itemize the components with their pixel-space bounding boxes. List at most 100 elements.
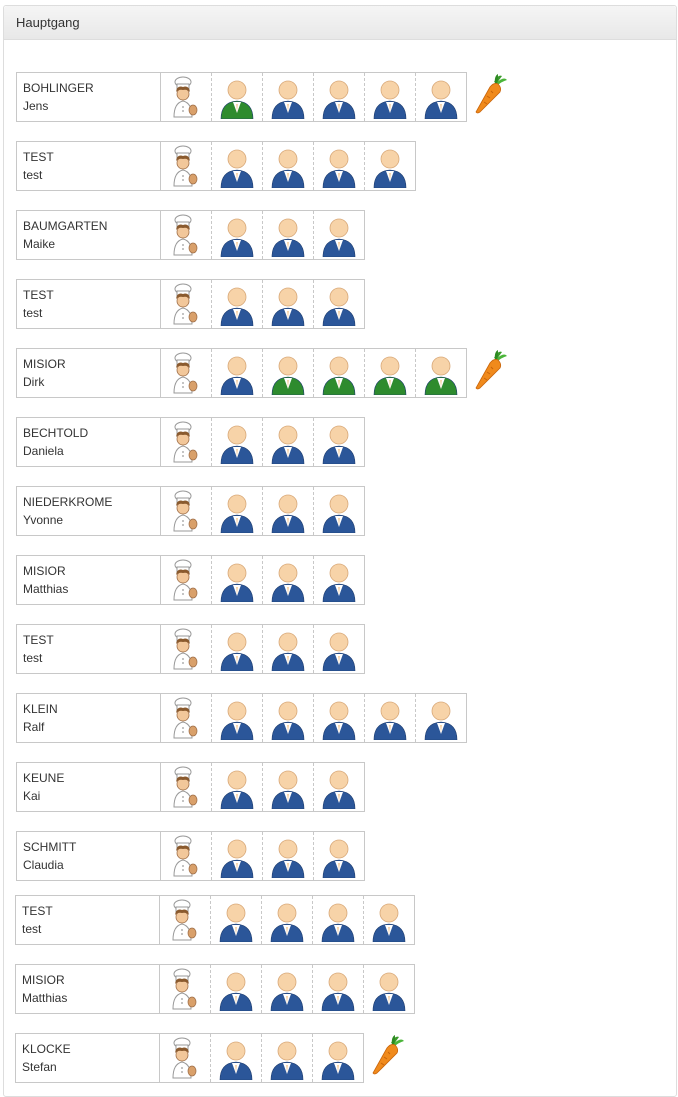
guest-name-box[interactable]: MISIOR Dirk (16, 348, 162, 398)
person-blue-icon[interactable] (415, 694, 466, 742)
chef-icon[interactable] (160, 349, 211, 397)
guest-name-box[interactable]: TEST test (16, 141, 162, 191)
chef-icon[interactable] (160, 418, 211, 466)
person-blue-icon[interactable] (261, 896, 312, 944)
person-blue-icon[interactable] (415, 73, 466, 121)
chef-icon[interactable] (160, 556, 211, 604)
person-blue-icon[interactable] (262, 418, 313, 466)
person-blue-icon[interactable] (211, 556, 262, 604)
guest-name-box[interactable]: KEUNE Kai (16, 762, 162, 812)
guest-name-box[interactable]: TEST test (16, 279, 162, 329)
guest-first-name: test (23, 651, 43, 665)
person-blue-icon[interactable] (313, 625, 364, 673)
guest-first-name: Jens (23, 99, 49, 113)
person-blue-icon[interactable] (261, 965, 312, 1013)
chef-icon[interactable] (160, 73, 211, 121)
person-blue-icon[interactable] (262, 832, 313, 880)
guest-name-box[interactable]: TEST test (15, 895, 161, 945)
chef-icon[interactable] (160, 694, 211, 742)
person-green-icon[interactable] (415, 349, 466, 397)
person-blue-icon[interactable] (261, 1034, 312, 1082)
person-blue-icon[interactable] (211, 211, 262, 259)
guest-name-box[interactable]: BECHTOLD Daniela (16, 417, 162, 467)
guest-name-box[interactable]: SCHMITT Claudia (16, 831, 162, 881)
guest-last-name: MISIOR (22, 973, 65, 987)
person-blue-icon[interactable] (313, 487, 364, 535)
person-blue-icon[interactable] (313, 418, 364, 466)
guest-last-name: MISIOR (23, 564, 66, 578)
person-blue-icon[interactable] (211, 625, 262, 673)
guest-last-name: NIEDERKROME (23, 495, 113, 509)
person-blue-icon[interactable] (363, 965, 414, 1013)
person-blue-icon[interactable] (313, 763, 364, 811)
guest-first-name: Matthias (23, 582, 69, 596)
person-green-icon[interactable] (364, 349, 415, 397)
chef-icon[interactable] (159, 896, 210, 944)
chef-icon[interactable] (160, 280, 211, 328)
person-blue-icon[interactable] (313, 556, 364, 604)
person-blue-icon[interactable] (262, 73, 313, 121)
person-blue-icon[interactable] (211, 832, 262, 880)
person-blue-icon[interactable] (313, 832, 364, 880)
person-blue-icon[interactable] (211, 763, 262, 811)
person-blue-icon[interactable] (313, 142, 364, 190)
guest-name-box[interactable]: BOHLINGER Jens (16, 72, 162, 122)
person-blue-icon[interactable] (211, 418, 262, 466)
person-blue-icon[interactable] (210, 1034, 261, 1082)
person-blue-icon[interactable] (363, 896, 414, 944)
guest-name-box[interactable]: MISIOR Matthias (15, 964, 161, 1014)
guest-name-box[interactable]: KLOCKE Stefan (15, 1033, 161, 1083)
chef-icon[interactable] (159, 965, 210, 1013)
person-blue-icon[interactable] (313, 280, 364, 328)
person-blue-icon[interactable] (210, 896, 261, 944)
chef-icon[interactable] (160, 142, 211, 190)
person-blue-icon[interactable] (364, 694, 415, 742)
guest-name-box[interactable]: KLEIN Ralf (16, 693, 162, 743)
chef-icon[interactable] (160, 763, 211, 811)
person-blue-icon[interactable] (313, 211, 364, 259)
person-blue-icon[interactable] (262, 280, 313, 328)
chef-icon[interactable] (159, 1034, 210, 1082)
person-blue-icon[interactable] (312, 896, 363, 944)
person-blue-icon[interactable] (262, 211, 313, 259)
guest-first-name: Kai (23, 789, 41, 803)
guest-name-box[interactable]: BAUMGARTEN Maike (16, 210, 162, 260)
person-blue-icon[interactable] (262, 763, 313, 811)
chef-icon[interactable] (160, 625, 211, 673)
person-blue-icon[interactable] (313, 73, 364, 121)
person-blue-icon[interactable] (262, 487, 313, 535)
person-blue-icon[interactable] (211, 349, 262, 397)
person-green-icon[interactable] (313, 349, 364, 397)
person-blue-icon[interactable] (364, 142, 415, 190)
person-blue-icon[interactable] (211, 694, 262, 742)
guest-name-box[interactable]: NIEDERKROME Yvonne (16, 486, 162, 536)
guest-name-box[interactable]: MISIOR Matthias (16, 555, 162, 605)
guest-last-name: MISIOR (23, 357, 66, 371)
person-green-icon[interactable] (262, 349, 313, 397)
person-blue-icon[interactable] (364, 73, 415, 121)
person-blue-icon[interactable] (313, 694, 364, 742)
chef-icon[interactable] (160, 487, 211, 535)
guest-last-name: KLEIN (23, 702, 58, 716)
seat-slots (160, 762, 365, 812)
chef-icon[interactable] (160, 832, 211, 880)
guest-last-name: BOHLINGER (23, 81, 94, 95)
person-blue-icon[interactable] (211, 487, 262, 535)
person-blue-icon[interactable] (262, 142, 313, 190)
guest-first-name: Ralf (23, 720, 45, 734)
person-blue-icon[interactable] (312, 965, 363, 1013)
person-blue-icon[interactable] (211, 142, 262, 190)
chef-icon[interactable] (160, 211, 211, 259)
person-blue-icon[interactable] (262, 556, 313, 604)
guest-first-name: Yvonne (23, 513, 64, 527)
panel-title: Hauptgang (4, 6, 676, 40)
guest-first-name: Stefan (22, 1060, 57, 1074)
person-green-icon[interactable] (211, 73, 262, 121)
person-blue-icon[interactable] (211, 280, 262, 328)
guest-name-box[interactable]: TEST test (16, 624, 162, 674)
person-blue-icon[interactable] (210, 965, 261, 1013)
person-blue-icon[interactable] (312, 1034, 363, 1082)
person-blue-icon[interactable] (262, 625, 313, 673)
guest-last-name: TEST (23, 633, 54, 647)
person-blue-icon[interactable] (262, 694, 313, 742)
